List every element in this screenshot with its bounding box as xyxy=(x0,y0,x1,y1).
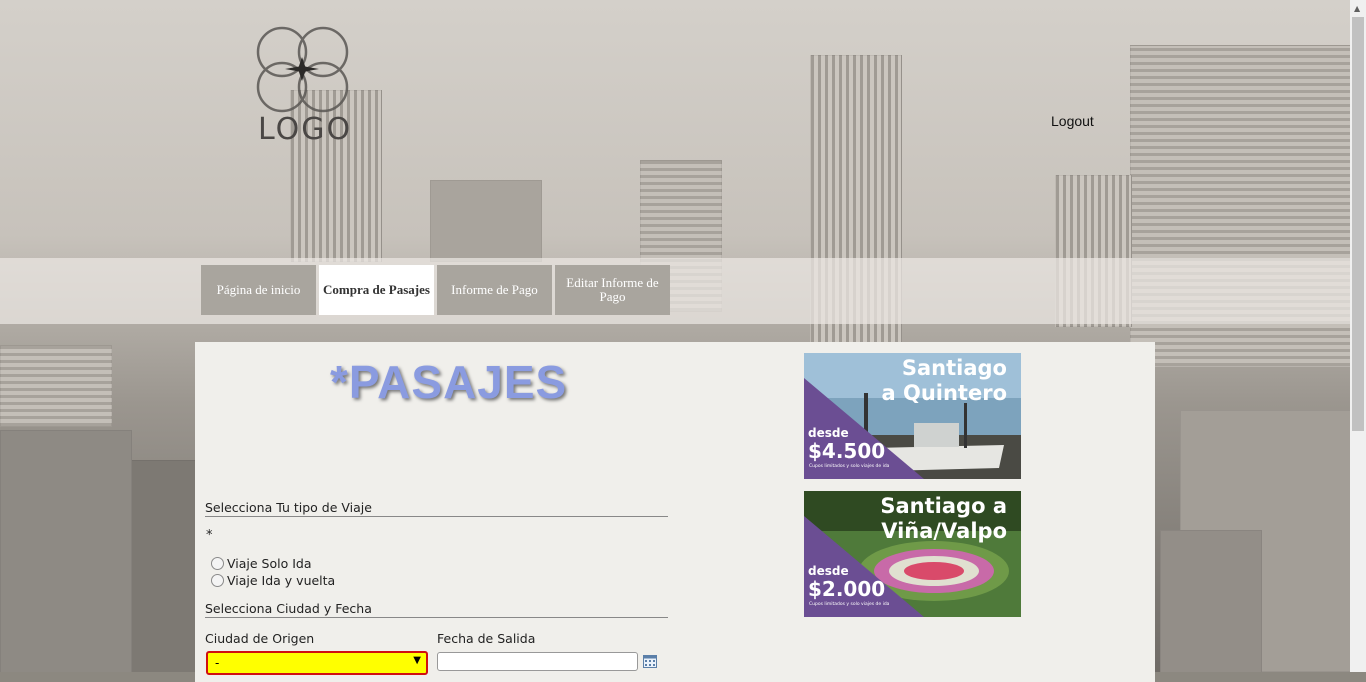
vertical-scrollbar[interactable]: ▲ xyxy=(1350,0,1366,672)
promo-desde: desde xyxy=(808,426,849,440)
origin-city-value: - xyxy=(215,656,220,670)
promo-title-line1: Santiago xyxy=(901,356,1007,380)
tab-pagina-de-inicio[interactable]: Página de inicio xyxy=(201,265,316,315)
required-mark: * xyxy=(206,528,213,543)
promo-price: $2.000 xyxy=(808,577,886,601)
trip-option-ida-y-vuelta[interactable]: Viaje Ida y vuelta xyxy=(211,573,335,588)
tab-compra-de-pasajes[interactable]: Compra de Pasajes xyxy=(319,265,434,315)
promo-banner-quintero[interactable]: Santiago a Quintero desde $4.500 Cupos l… xyxy=(804,353,1021,479)
promo-fine-print: Cupos limitados y solo viajes de ida xyxy=(809,464,890,469)
promo-fine-print: Cupos limitados y solo viajes de ida xyxy=(809,602,890,607)
background-building xyxy=(1160,530,1262,672)
logo-text: LOGO xyxy=(258,112,353,147)
promo-title-line1: Santiago a xyxy=(880,494,1007,518)
main-nav: Página de inicio Compra de Pasajes Infor… xyxy=(201,265,670,315)
tab-editar-informe-de-pago[interactable]: Editar Informe de Pago xyxy=(555,265,670,315)
background-building xyxy=(130,460,197,672)
trip-type-heading: Selecciona Tu tipo de Viaje xyxy=(205,500,668,517)
background-building xyxy=(0,345,112,427)
city-date-heading: Selecciona Ciudad y Fecha xyxy=(205,601,668,618)
promo-title-line2: a Quintero xyxy=(881,381,1008,405)
calendar-icon[interactable] xyxy=(643,654,657,668)
promo-banner-vina-valpo[interactable]: Santiago a Viña/Valpo desde $2.000 Cupos… xyxy=(804,491,1021,617)
promo-title-line2: Viña/Valpo xyxy=(881,519,1007,543)
radio-solo-ida[interactable] xyxy=(211,557,224,570)
radio-label: Viaje Ida y vuelta xyxy=(227,573,336,588)
logout-link[interactable]: Logout xyxy=(1051,113,1094,129)
chevron-down-icon: ▼ xyxy=(413,655,421,666)
departure-label: Fecha de Salida xyxy=(437,631,536,646)
background-building xyxy=(430,180,542,262)
scrollbar-thumb[interactable] xyxy=(1352,17,1364,431)
origin-label: Ciudad de Origen xyxy=(205,631,315,646)
tab-informe-de-pago[interactable]: Informe de Pago xyxy=(437,265,552,315)
radio-label: Viaje Solo Ida xyxy=(227,556,312,571)
origin-city-select[interactable]: - ▼ xyxy=(206,651,428,675)
trip-option-solo-ida[interactable]: Viaje Solo Ida xyxy=(211,556,312,571)
departure-date-input[interactable] xyxy=(437,652,638,671)
radio-ida-y-vuelta[interactable] xyxy=(211,574,224,587)
background-building xyxy=(0,430,132,672)
page-title: *PASAJES xyxy=(330,356,568,408)
promo-desde: desde xyxy=(808,564,849,578)
scroll-up-icon[interactable]: ▲ xyxy=(1354,4,1360,13)
promo-price: $4.500 xyxy=(808,439,886,463)
